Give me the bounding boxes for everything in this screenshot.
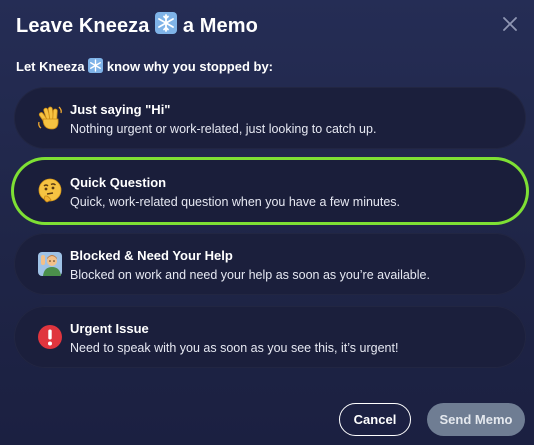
exclamation-circle-icon [36,323,64,351]
memo-reason-options: Just saying "Hi" Nothing urgent or work-… [14,87,526,379]
option-quick-question[interactable]: Quick Question Quick, work-related quest… [14,160,526,222]
option-description: Quick, work-related question when you ha… [70,195,401,209]
subtitle-suffix: know why you stopped by: [106,59,274,74]
option-description: Blocked on work and need your help as so… [70,268,430,282]
subtitle-prefix: Let Kneeza [16,59,85,74]
dialog-title-suffix: a Memo [182,15,258,37]
snowflake-icon [155,12,178,40]
option-just-saying-hi[interactable]: Just saying "Hi" Nothing urgent or work-… [14,87,526,149]
cancel-button[interactable]: Cancel [339,403,411,436]
person-raising-hand-icon [36,250,64,278]
dialog-subtitle: Let Kneeza know why you stopped by: [16,58,273,76]
dialog-title-prefix: Leave Kneeza [16,15,150,37]
snowflake-icon [88,58,104,76]
close-icon[interactable] [500,14,520,34]
option-description: Nothing urgent or work-related, just loo… [70,122,377,136]
option-title: Just saying "Hi" [70,102,171,117]
option-title: Quick Question [70,175,167,190]
dialog-title: Leave Kneeza a Memo [16,12,258,40]
option-blocked-need-help[interactable]: Blocked & Need Your Help Blocked on work… [14,233,526,295]
leave-memo-dialog: Leave Kneeza a Memo Let Kneeza know why … [0,0,534,445]
option-urgent-issue[interactable]: Urgent Issue Need to speak with you as s… [14,306,526,368]
waving-hand-icon [36,104,64,132]
thinking-face-icon [36,177,64,205]
option-description: Need to speak with you as soon as you se… [70,341,399,355]
option-title: Urgent Issue [70,321,149,336]
option-title: Blocked & Need Your Help [70,248,233,263]
send-memo-button[interactable]: Send Memo [427,403,525,436]
